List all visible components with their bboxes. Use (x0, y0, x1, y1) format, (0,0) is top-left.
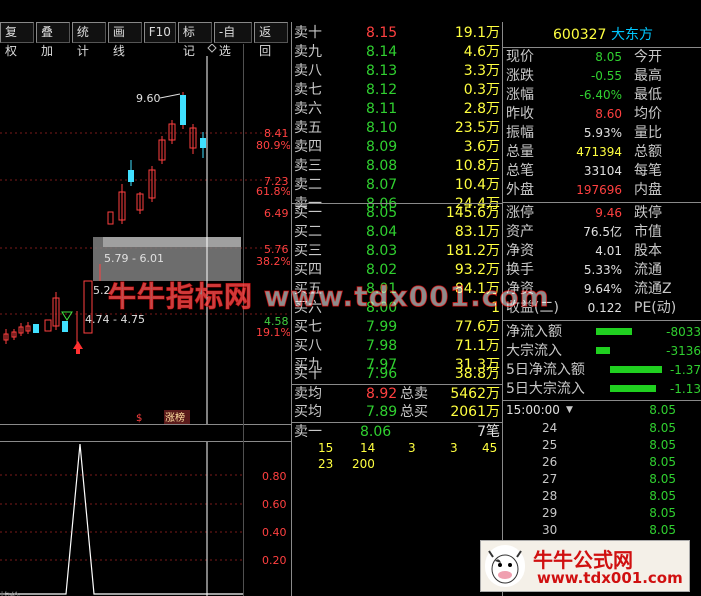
queue-row-2: 23 200 (318, 457, 375, 471)
annotation-high: 9.60 (136, 92, 161, 105)
bid-row[interactable]: 买四 8.02 93.2万 (294, 261, 500, 280)
annotation-zhangbang: 涨榜 (165, 411, 185, 424)
pct-label-4: 19.1% (256, 326, 290, 339)
bid-row[interactable]: 买一 8.05 145.6万 (294, 204, 500, 223)
divider-flow-ticks (503, 400, 701, 401)
ask-row[interactable]: 卖八 8.13 3.3万 (294, 62, 500, 81)
chart-bottom-status: 均价 (0, 588, 290, 596)
tick-row: 27 8.05 (542, 472, 676, 486)
chart-toolbar: 复权 叠加 统计 画线 F10 标记 -自选 返回 (0, 22, 290, 58)
tick-row: 30 8.05 (542, 523, 676, 537)
toolbar-remove-watchlist-button[interactable]: -自选 (213, 22, 253, 58)
queue-header-row: 卖一 8.06 7笔 (294, 424, 500, 440)
annotation-dollar: $ (136, 413, 142, 424)
indicator-label-2: 0.60 (262, 498, 287, 511)
tick-row: 29 8.05 (542, 506, 676, 520)
toolbar-mark-button[interactable]: 标记 (177, 22, 212, 58)
divider-info-mid (503, 202, 701, 203)
stock-code: 600327 (553, 27, 607, 43)
avg-buy-row: 买均 7.89 总买 2061万 (294, 404, 500, 420)
ask-row[interactable]: 卖二 8.07 10.4万 (294, 176, 500, 195)
bid-row[interactable]: 买八 7.98 71.1万 (294, 337, 500, 356)
bid-row[interactable]: 买三 8.03 181.2万 (294, 242, 500, 261)
ask-row[interactable]: 卖九 8.14 4.6万 (294, 43, 500, 62)
tick-row: 28 8.05 (542, 489, 676, 503)
divider-info-flow (503, 320, 701, 321)
bid-row[interactable]: 买十 7.96 38.8万 (294, 365, 500, 384)
pct-label-1: 80.9% (256, 139, 290, 152)
ask-row[interactable]: 卖五 8.10 23.5万 (294, 119, 500, 138)
toolbar-fuquan-button[interactable]: 复权 (0, 22, 34, 58)
toolbar-f10-button[interactable]: F10 (143, 22, 176, 43)
toolbar-overlay-button[interactable]: 叠加 (35, 22, 70, 58)
bid-row[interactable]: 买七 7.99 77.6万 (294, 318, 500, 337)
stock-name: 大东方 (611, 27, 653, 43)
kline-chart[interactable]: 9.60 5.79 - 6.01 5.2 4.74 - 4.75 $ 涨榜 8.… (0, 44, 290, 424)
logo-badge: 牛牛公式网 www.tdx001.com (480, 540, 690, 592)
indicator-label-4: 0.20 (262, 554, 287, 567)
pct-label-3: 38.2% (256, 255, 290, 268)
ask-row[interactable]: 卖三 8.08 10.8万 (294, 157, 500, 176)
ask-row[interactable]: 卖四 8.09 3.6万 (294, 138, 500, 157)
toolbar-stats-button[interactable]: 统计 (71, 22, 106, 58)
avg-sell-row: 卖均 8.92 总卖 5462万 (294, 386, 500, 402)
indicator-label-1: 0.80 (262, 470, 287, 483)
tick-header: 15:00:00 ▼ 8.05 (506, 403, 676, 417)
ask-row[interactable]: 卖六 8.11 2.8万 (294, 100, 500, 119)
indicator-chart[interactable]: 0.80 0.60 0.40 0.20 (0, 442, 290, 596)
pct-label-2: 61.8% (256, 185, 290, 198)
tick-row: 26 8.05 (542, 455, 676, 469)
divider-chart-indicator (0, 424, 291, 425)
logo-url-text: www.tdx001.com (537, 569, 683, 587)
price-label-3: 6.49 (264, 207, 289, 220)
ask-row[interactable]: 卖十 8.15 19.1万 (294, 24, 500, 43)
queue-row-1: 15 14 3 3 45 (318, 441, 498, 455)
annotation-r2: 4.74 - 4.75 (85, 313, 145, 326)
tick-row: 25 8.05 (542, 438, 676, 452)
cow-icon (485, 545, 525, 587)
bid-row[interactable]: 买二 8.04 83.1万 (294, 223, 500, 242)
tick-row: 24 8.05 (542, 421, 676, 435)
indicator-label-3: 0.40 (262, 526, 287, 539)
annotation-range-box: 5.79 - 6.01 (104, 252, 164, 265)
stock-header: 600327 大东方 (503, 24, 701, 46)
watermark-text: 牛牛指标网 www.tdx001.com (108, 280, 550, 314)
toolbar-draw-button[interactable]: 画线 (107, 22, 142, 58)
toolbar-back-button[interactable]: 返回 (254, 22, 289, 58)
ask-row[interactable]: 卖七 8.12 0.3万 (294, 81, 500, 100)
